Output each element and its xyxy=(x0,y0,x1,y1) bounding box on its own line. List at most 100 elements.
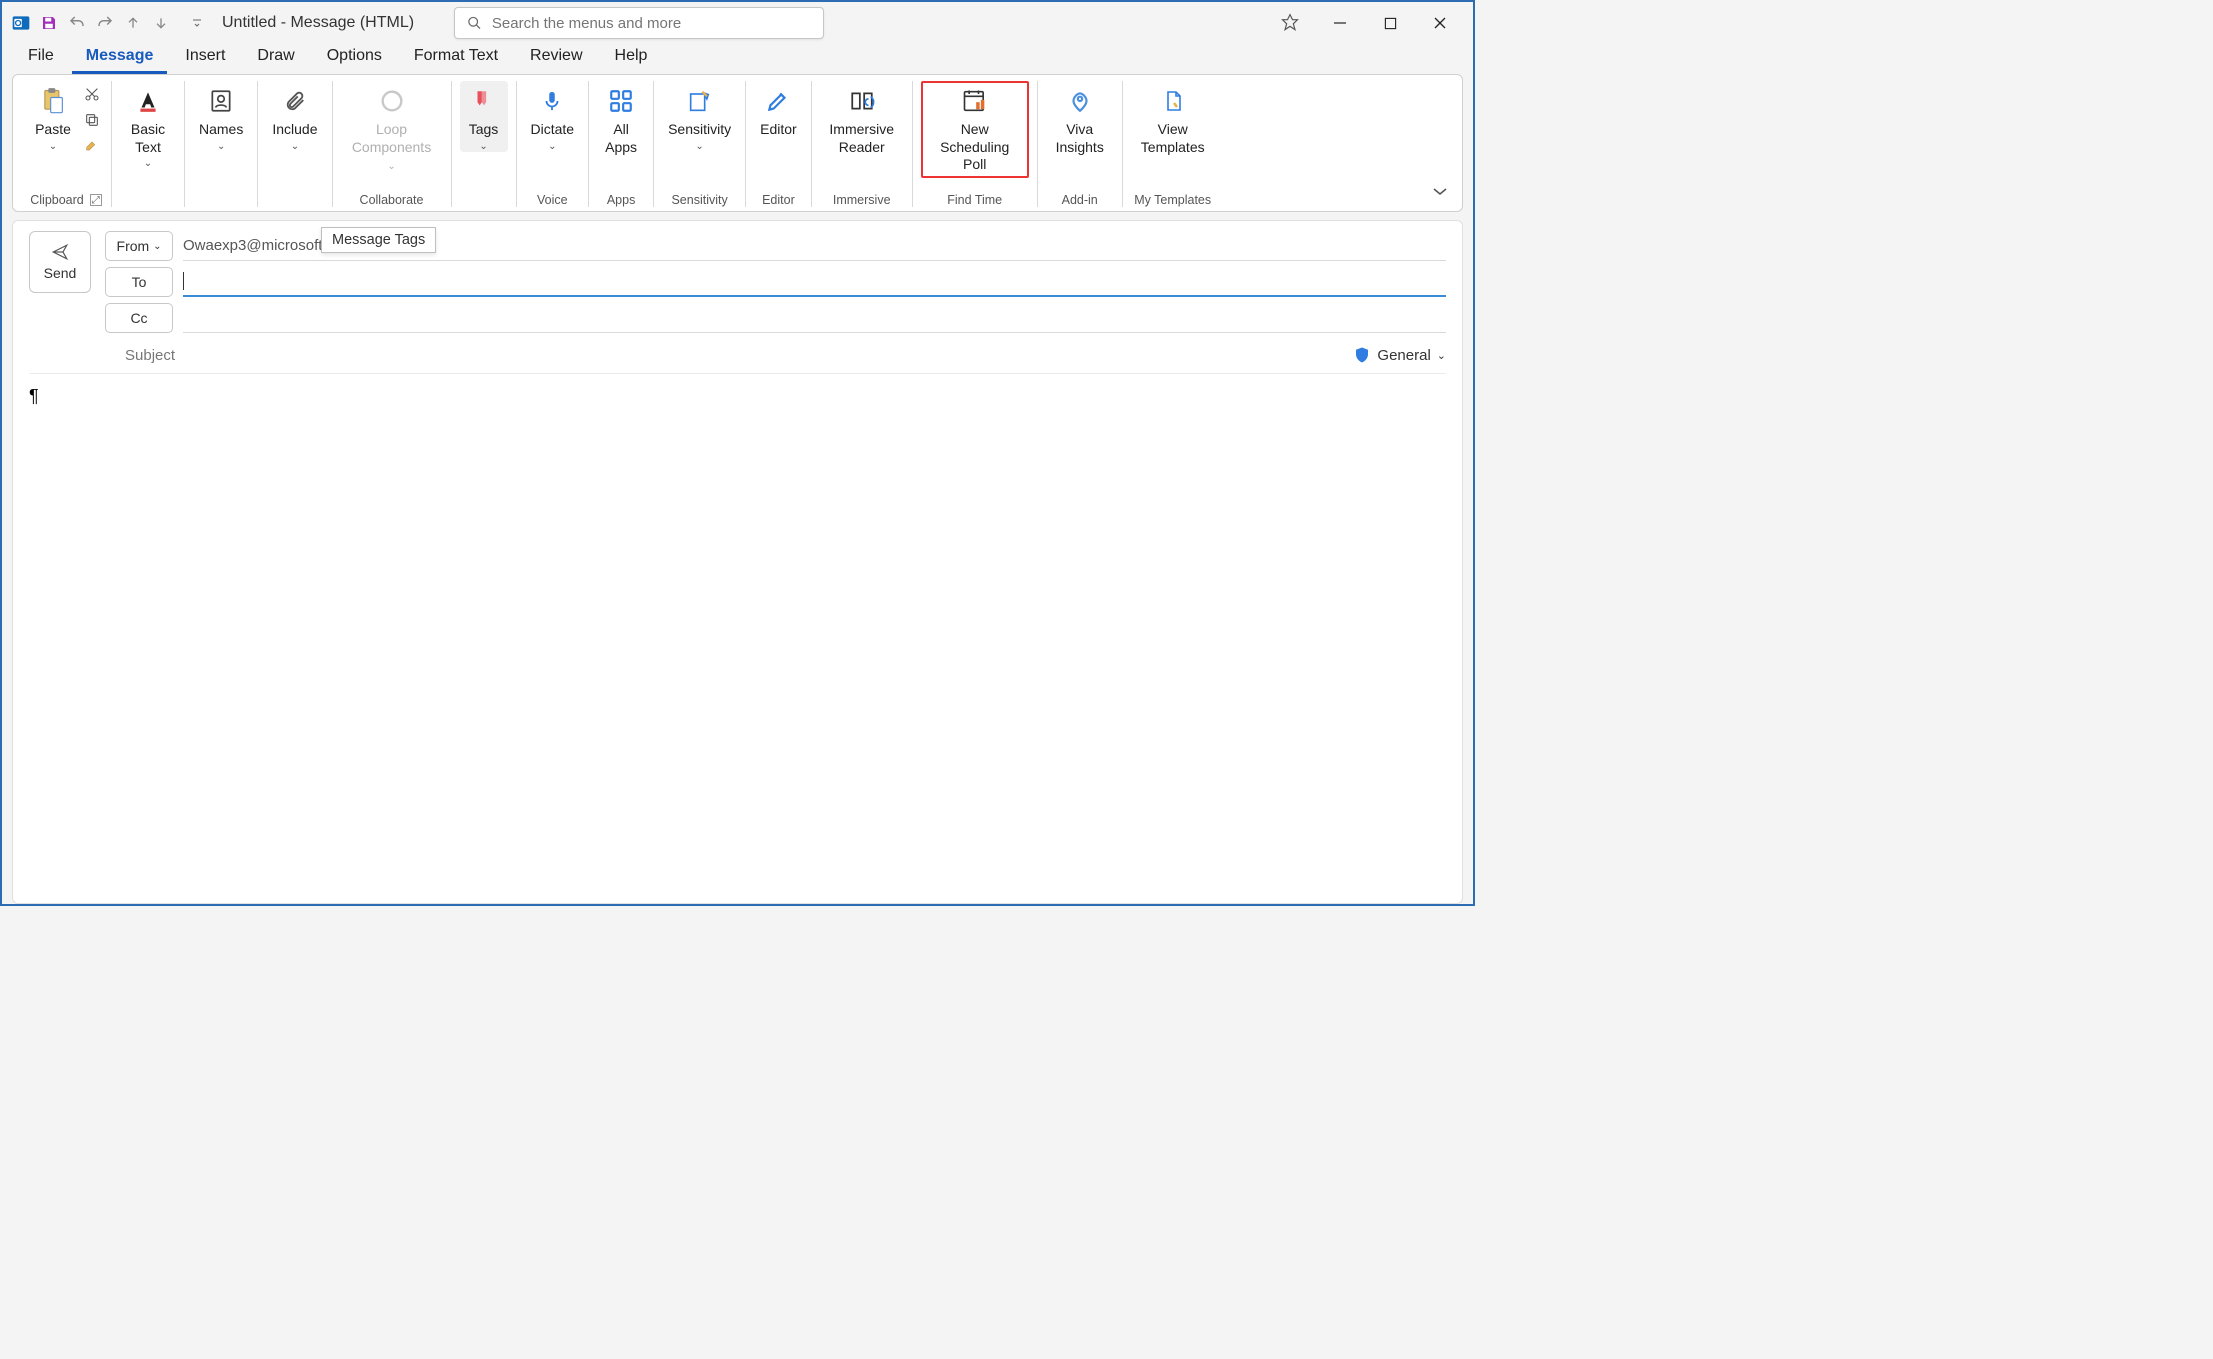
tab-options[interactable]: Options xyxy=(313,43,396,74)
window-title: Untitled - Message (HTML) xyxy=(222,14,414,32)
search-input[interactable] xyxy=(492,15,811,32)
chevron-down-icon: ⌄ xyxy=(548,141,556,152)
sensitivity-group-label: Sensitivity xyxy=(671,191,727,207)
include-button[interactable]: Include ⌄ xyxy=(266,81,323,152)
group-editor: Editor Editor xyxy=(746,81,812,207)
chevron-down-icon: ⌄ xyxy=(1437,349,1446,362)
tab-file[interactable]: File xyxy=(14,43,68,74)
tab-insert[interactable]: Insert xyxy=(171,43,239,74)
subject-input[interactable] xyxy=(175,347,1353,364)
ribbon-collapse-icon[interactable] xyxy=(1432,183,1448,201)
title-bar: Untitled - Message (HTML) xyxy=(2,2,1473,44)
dictate-label: Dictate xyxy=(531,121,575,139)
sensitivity-badge[interactable]: General ⌄ xyxy=(1353,345,1446,365)
editor-group-label: Editor xyxy=(762,191,795,207)
chevron-down-icon: ⌄ xyxy=(144,158,152,169)
editor-button[interactable]: Editor xyxy=(754,81,803,139)
group-tags: Tags ⌄ xyxy=(452,81,517,207)
cc-button[interactable]: Cc xyxy=(105,303,173,333)
from-label: From xyxy=(117,238,150,254)
save-icon[interactable] xyxy=(38,12,60,34)
redo-icon[interactable] xyxy=(94,12,116,34)
outlook-icon xyxy=(10,12,32,34)
chevron-down-icon: ⌄ xyxy=(49,141,57,152)
previous-item-icon[interactable] xyxy=(122,12,144,34)
window-controls xyxy=(1279,12,1465,34)
undo-icon[interactable] xyxy=(66,12,88,34)
send-label: Send xyxy=(44,265,77,281)
reader-label: Immersive Reader xyxy=(826,121,898,156)
templates-label: View Templates xyxy=(1137,121,1209,156)
group-include: Include ⌄ xyxy=(258,81,332,207)
voice-group-label: Voice xyxy=(537,191,568,207)
close-button[interactable] xyxy=(1429,12,1451,34)
templates-group-label: My Templates xyxy=(1134,191,1211,207)
sensitivity-badge-label: General xyxy=(1377,347,1430,364)
group-immersive: Immersive Reader Immersive xyxy=(812,81,913,207)
tab-review[interactable]: Review xyxy=(516,43,596,74)
find-time-group-label: Find Time xyxy=(947,191,1002,207)
loop-components-button: Loop Components ⌄ xyxy=(341,81,443,174)
loop-label: Loop Components xyxy=(352,121,431,155)
editor-label: Editor xyxy=(760,121,797,139)
viva-label: Viva Insights xyxy=(1052,121,1108,156)
tags-button[interactable]: Tags ⌄ xyxy=(460,81,508,152)
new-scheduling-poll-button[interactable]: New Scheduling Poll xyxy=(921,81,1029,178)
collaborate-group-label: Collaborate xyxy=(360,191,424,207)
names-label: Names xyxy=(199,121,243,139)
tab-help[interactable]: Help xyxy=(601,43,662,74)
view-templates-button[interactable]: View Templates xyxy=(1131,81,1215,156)
search-box[interactable] xyxy=(454,7,824,39)
tab-format-text[interactable]: Format Text xyxy=(400,43,512,74)
group-collaborate: Loop Components ⌄ Collaborate xyxy=(333,81,452,207)
group-sensitivity: Sensitivity ⌄ Sensitivity xyxy=(654,81,746,207)
chevron-down-icon: ⌄ xyxy=(217,141,225,152)
message-body[interactable]: ¶ xyxy=(29,374,1446,419)
search-icon xyxy=(467,15,482,31)
quick-access-toolbar xyxy=(10,12,208,34)
group-find-time: New Scheduling Poll Find Time xyxy=(913,81,1038,207)
viva-insights-button[interactable]: Viva Insights xyxy=(1046,81,1114,156)
group-clipboard: Paste ⌄ Clipboard⤢ xyxy=(21,81,112,207)
chevron-down-icon: ⌄ xyxy=(479,141,487,152)
premium-icon[interactable] xyxy=(1279,12,1301,34)
clipboard-launcher-icon[interactable]: ⤢ xyxy=(90,194,102,206)
chevron-down-icon: ⌄ xyxy=(153,241,161,252)
group-apps: All Apps Apps xyxy=(589,81,654,207)
immersive-reader-button[interactable]: Immersive Reader xyxy=(820,81,904,156)
dictate-button[interactable]: Dictate ⌄ xyxy=(525,81,581,152)
basic-text-button[interactable]: Basic Text ⌄ xyxy=(120,81,176,169)
send-button[interactable]: Send xyxy=(29,231,91,293)
copy-icon[interactable] xyxy=(81,109,103,131)
apps-label: All Apps xyxy=(603,121,639,156)
addin-group-label: Add-in xyxy=(1062,191,1098,207)
chevron-down-icon: ⌄ xyxy=(291,141,299,152)
all-apps-button[interactable]: All Apps xyxy=(597,81,645,156)
cut-icon[interactable] xyxy=(81,83,103,105)
to-button[interactable]: To xyxy=(105,267,173,297)
group-voice: Dictate ⌄ Voice xyxy=(517,81,590,207)
compose-area: Send From ⌄ Owaexp3@microsoft.com To Cc … xyxy=(12,220,1463,904)
sensitivity-button[interactable]: Sensitivity ⌄ xyxy=(662,81,737,152)
chevron-down-icon: ⌄ xyxy=(695,141,703,152)
ribbon-tabs: File Message Insert Draw Options Format … xyxy=(2,44,1473,74)
minimize-button[interactable] xyxy=(1329,12,1351,34)
format-painter-icon[interactable] xyxy=(81,135,103,157)
sensitivity-label: Sensitivity xyxy=(668,121,731,139)
from-button[interactable]: From ⌄ xyxy=(105,231,173,261)
paste-button[interactable]: Paste ⌄ xyxy=(29,81,77,152)
maximize-button[interactable] xyxy=(1379,12,1401,34)
apps-group-label: Apps xyxy=(607,191,636,207)
ribbon: Paste ⌄ Clipboard⤢ Basic Text ⌄ xyxy=(12,74,1463,212)
tab-message[interactable]: Message xyxy=(72,43,168,74)
customize-qat-icon[interactable] xyxy=(186,12,208,34)
poll-label: New Scheduling Poll xyxy=(927,121,1023,174)
cc-field[interactable] xyxy=(183,303,1446,333)
group-templates: View Templates My Templates xyxy=(1123,81,1223,207)
next-item-icon[interactable] xyxy=(150,12,172,34)
group-basic-text: Basic Text ⌄ xyxy=(112,81,185,207)
to-field[interactable] xyxy=(183,267,1446,297)
tab-draw[interactable]: Draw xyxy=(243,43,308,74)
basic-text-label: Basic Text xyxy=(126,121,170,156)
names-button[interactable]: Names ⌄ xyxy=(193,81,249,152)
